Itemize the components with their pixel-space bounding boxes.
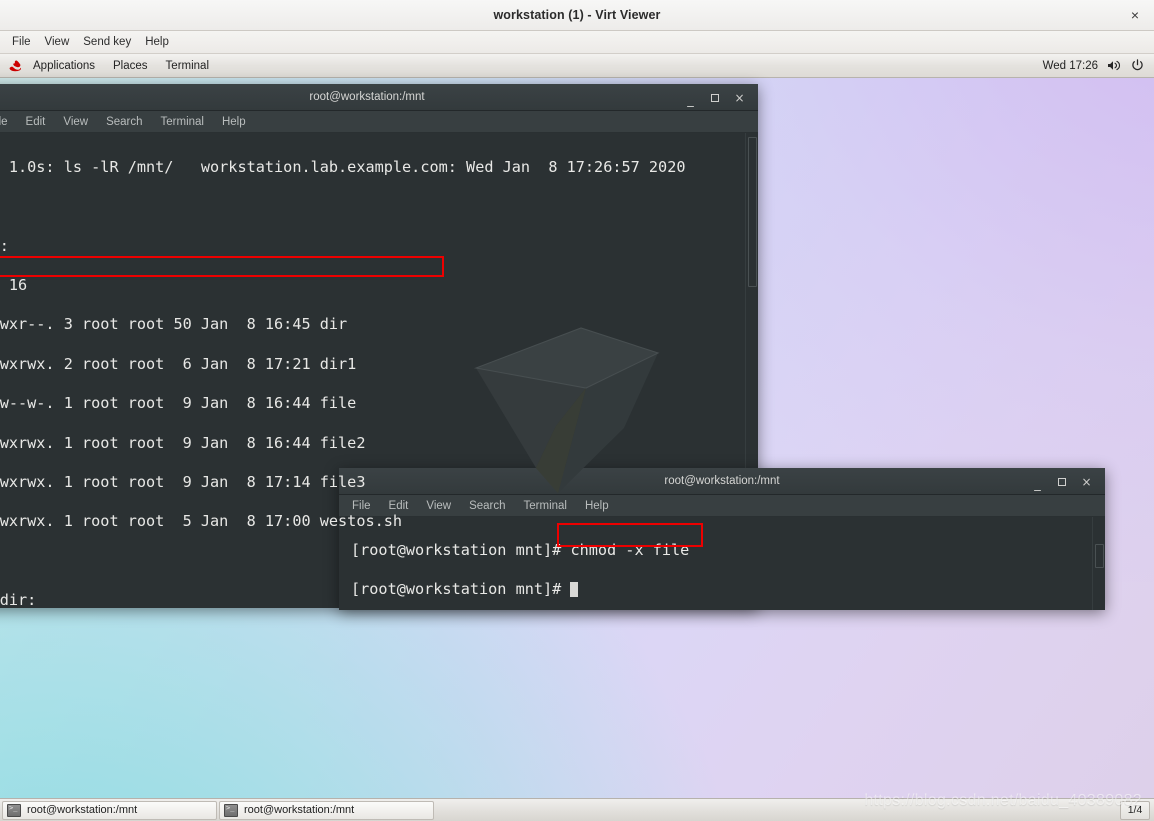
text-cursor (570, 582, 579, 598)
close-icon[interactable]: × (733, 92, 746, 104)
terminal1-menu-file[interactable]: File (0, 114, 17, 130)
terminal1-menu-edit[interactable]: Edit (17, 114, 55, 130)
power-icon[interactable] (1131, 59, 1144, 72)
terminal2-body[interactable]: [root@workstation mnt]# chmod -x file [r… (339, 517, 1105, 610)
taskbar-button-label: root@workstation:/mnt (244, 804, 355, 816)
terminal2-output: [root@workstation mnt]# chmod -x file [r… (351, 521, 1105, 610)
terminal1-menu-view[interactable]: View (54, 114, 97, 130)
terminal2-window-buttons: _ × (1031, 468, 1099, 495)
workspace-indicator[interactable]: 1/4 (1120, 800, 1150, 820)
terminal1-line-7: -rwxrwxrwx. 1 root root 9 Jan 8 17:14 fi… (0, 472, 366, 491)
viewer-menu-sendkey[interactable]: Send key (76, 34, 138, 50)
minimize-icon[interactable]: _ (684, 94, 697, 107)
terminal1-line-5: --w--w--w-. 1 root root 9 Jan 8 16:44 fi… (0, 394, 357, 413)
maximize-icon[interactable] (1058, 477, 1066, 486)
viewer-menu-file[interactable]: File (5, 34, 38, 50)
panel-places-menu[interactable]: Places (104, 58, 157, 74)
panel-applications-menu[interactable]: Applications (24, 58, 104, 74)
terminal1-line-1: /mnt/: (0, 236, 9, 255)
viewer-titlebar: workstation (1) - Virt Viewer × (0, 0, 1154, 31)
terminal1-line-0 (0, 197, 758, 217)
red-hat-logo-icon (8, 59, 23, 73)
terminal-icon (7, 803, 21, 817)
terminal1-menubar: File Edit View Search Terminal Help (0, 111, 758, 133)
minimize-icon[interactable]: _ (1031, 478, 1044, 491)
volume-icon[interactable] (1107, 59, 1122, 72)
close-icon[interactable]: × (1126, 6, 1144, 24)
taskbar-window-button-1[interactable]: root@workstation:/mnt (2, 800, 217, 820)
panel-clock[interactable]: Wed 17:26 (1043, 60, 1098, 72)
terminal1-line-3: d-wx-wxr--. 3 root root 50 Jan 8 16:45 d… (0, 315, 348, 334)
terminal1-line-2: total 16 (8, 275, 28, 294)
terminal1-titlebar[interactable]: root@workstation:/mnt _ × (0, 84, 758, 111)
terminal1-line-4: drwxrwxrwx. 2 root root 6 Jan 8 17:21 di… (0, 354, 357, 373)
terminal1-title: root@workstation:/mnt (309, 91, 425, 103)
terminal-icon (224, 803, 238, 817)
viewer-menubar: File View Send key Help (0, 31, 1154, 54)
terminal1-window-buttons: _ × (684, 84, 752, 111)
viewer-menu-view[interactable]: View (38, 34, 77, 50)
terminal1-menu-help[interactable]: Help (213, 114, 255, 130)
terminal1-menu-terminal[interactable]: Terminal (152, 114, 213, 130)
close-icon[interactable]: × (1080, 476, 1093, 488)
gnome-top-panel: Applications Places Terminal Wed 17:26 (0, 54, 1154, 78)
terminal1-watch-header: Every 1.0s: ls -lR /mnt/ workstation.lab… (0, 157, 686, 176)
taskbar-button-label: root@workstation:/mnt (27, 804, 138, 816)
terminal1-line-6: -rwxrwxrwx. 1 root root 9 Jan 8 16:44 fi… (0, 433, 366, 452)
virt-viewer-window: workstation (1) - Virt Viewer × File Vie… (0, 0, 1154, 821)
viewer-menu-help[interactable]: Help (138, 34, 176, 50)
taskbar-window-button-2[interactable]: root@workstation:/mnt (219, 800, 434, 820)
viewer-title: workstation (1) - Virt Viewer (493, 8, 661, 22)
maximize-icon[interactable] (711, 93, 719, 102)
terminal2-command-line: [root@workstation mnt]# chmod -x file (351, 540, 690, 559)
terminal1-menu-search[interactable]: Search (97, 114, 151, 130)
bottom-taskbar: root@workstation:/mnt root@workstation:/… (0, 798, 1154, 821)
terminal2-prompt-line: [root@workstation mnt]# (351, 580, 1105, 600)
panel-terminal-menu[interactable]: Terminal (157, 58, 218, 74)
terminal2-prompt: [root@workstation mnt]# (351, 580, 571, 599)
